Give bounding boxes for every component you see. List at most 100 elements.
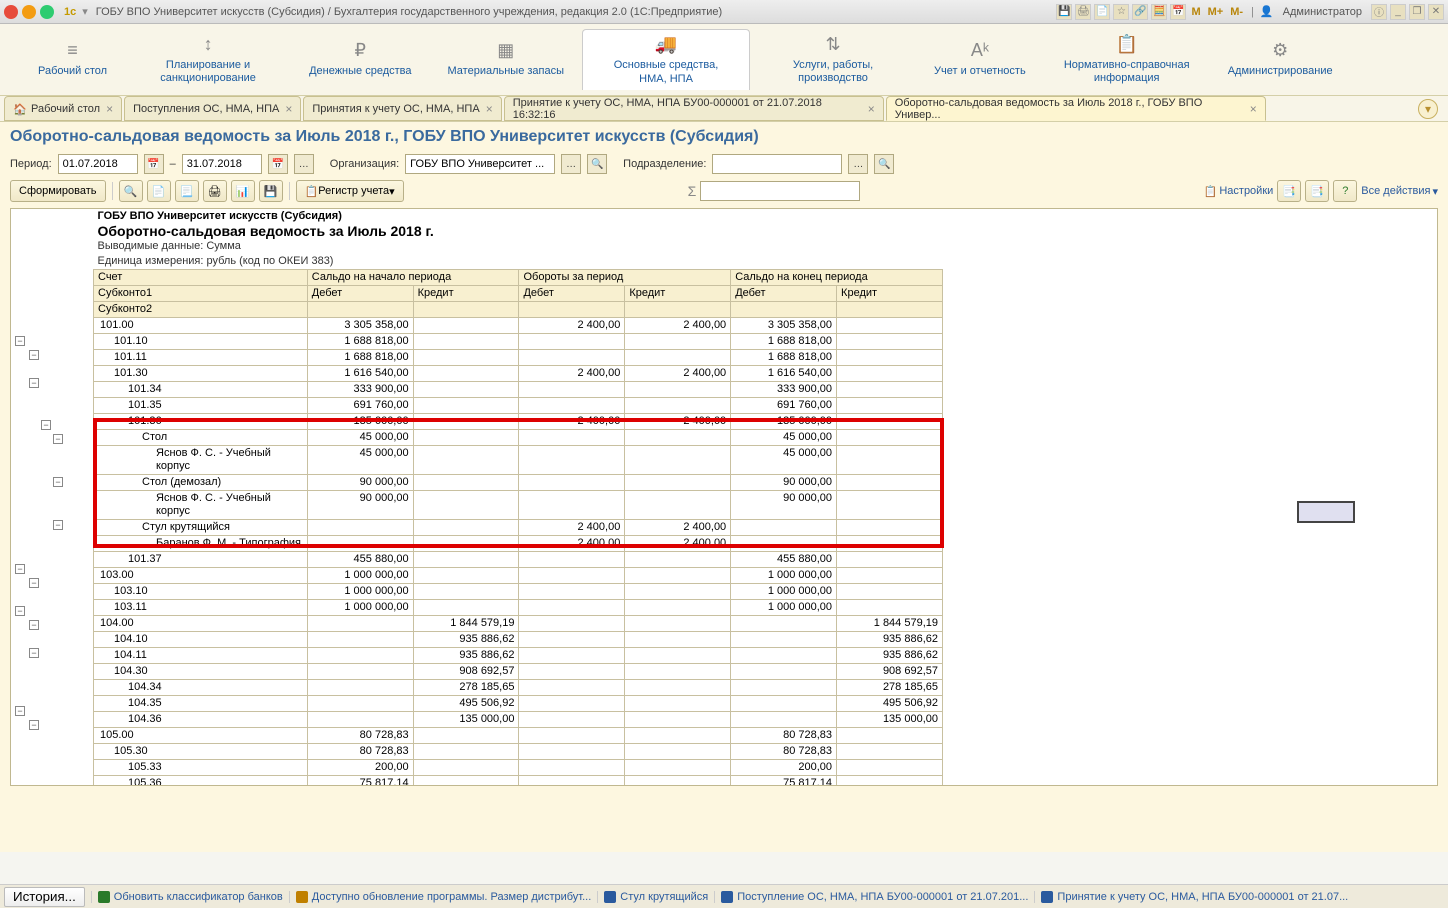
tb-m[interactable]: М [1189, 6, 1202, 18]
tree-toggle-icon[interactable]: − [53, 520, 63, 530]
tb-mplus[interactable]: М+ [1206, 6, 1226, 18]
status-item[interactable]: Поступление ОС, НМА, НПА БУ00-000001 от … [714, 891, 1034, 903]
table-row[interactable]: 103.001 000 000,001 000 000,00 [94, 568, 943, 584]
nav-item[interactable]: ↕Планирование и санкционирование [125, 30, 291, 89]
tree-toggle-icon[interactable]: − [15, 564, 25, 574]
table-row[interactable]: Стол45 000,0045 000,00 [94, 430, 943, 446]
table-row[interactable]: 104.36135 000,00135 000,00 [94, 712, 943, 728]
tb-min-icon[interactable]: _ [1390, 4, 1406, 20]
tool-save-icon[interactable]: 💾 [259, 180, 283, 202]
report-scroll[interactable]: −−−−−−−−−−−−−− ГОБУ ВПО Университет иску… [11, 209, 1437, 785]
tabs-dropdown-icon[interactable]: ▾ [1418, 99, 1438, 119]
sigma-input[interactable] [700, 181, 860, 201]
status-item[interactable]: Доступно обновление программы. Размер ди… [289, 891, 598, 903]
tree-toggle-icon[interactable]: − [29, 648, 39, 658]
table-row[interactable]: 105.33200,00200,00 [94, 760, 943, 776]
tree-toggle-icon[interactable]: − [29, 378, 39, 388]
table-row[interactable]: 103.111 000 000,001 000 000,00 [94, 600, 943, 616]
tree-toggle-icon[interactable]: − [29, 720, 39, 730]
tool-chart-icon[interactable]: 📊 [231, 180, 255, 202]
tb-print-icon[interactable]: 🖨 [1075, 4, 1091, 20]
table-row[interactable]: 101.101 688 818,001 688 818,00 [94, 334, 943, 350]
table-row[interactable]: 101.35691 760,00691 760,00 [94, 398, 943, 414]
nav-item[interactable]: 📋Нормативно-справочная информация [1044, 30, 1210, 89]
tab[interactable]: Поступления ОС, НМА, НПА× [124, 96, 301, 121]
tab[interactable]: Оборотно-сальдовая ведомость за Июль 201… [886, 96, 1266, 121]
tree-toggle-icon[interactable]: − [53, 434, 63, 444]
tool-zoom-icon[interactable]: 🔍 [119, 180, 143, 202]
table-row[interactable]: 101.003 305 358,002 400,002 400,003 305 … [94, 318, 943, 334]
tab-close-icon[interactable]: × [1250, 102, 1257, 116]
tree-toggle-icon[interactable]: − [15, 606, 25, 616]
nav-item[interactable]: ₽Денежные средства [291, 36, 429, 82]
tab-close-icon[interactable]: × [106, 102, 113, 116]
table-row[interactable]: 101.36135 000,002 400,002 400,00135 000,… [94, 414, 943, 430]
all-actions-link[interactable]: Все действия ▾ [1361, 185, 1438, 198]
help-icon[interactable]: ? [1333, 180, 1357, 202]
table-row[interactable]: 104.10935 886,62935 886,62 [94, 632, 943, 648]
tab-close-icon[interactable]: × [868, 102, 875, 116]
settings-link[interactable]: 📋 Настройки [1204, 185, 1274, 198]
table-row[interactable]: 105.3080 728,8380 728,83 [94, 744, 943, 760]
nav-item[interactable]: ⚙Администрирование [1210, 36, 1351, 82]
window-minimize-icon[interactable] [22, 5, 36, 19]
subdiv-ellipsis-icon[interactable]: … [848, 154, 868, 174]
tab-close-icon[interactable]: × [285, 102, 292, 116]
status-item[interactable]: Обновить классификатор банков [91, 891, 289, 903]
tree-toggle-icon[interactable]: − [29, 578, 39, 588]
table-row[interactable]: 105.0080 728,8380 728,83 [94, 728, 943, 744]
tab[interactable]: Принятия к учету ОС, НМА, НПА× [303, 96, 501, 121]
org-input[interactable] [405, 154, 555, 174]
date-from-input[interactable] [58, 154, 138, 174]
nav-item[interactable]: 🚚Основные средства, НМА, НПА [582, 29, 750, 89]
org-search-icon[interactable]: 🔍 [587, 154, 607, 174]
history-button[interactable]: История... [4, 887, 85, 907]
table-row[interactable]: 103.101 000 000,001 000 000,00 [94, 584, 943, 600]
nav-item[interactable]: АᵏУчет и отчетность [916, 36, 1044, 82]
date-to-input[interactable] [182, 154, 262, 174]
nav-item[interactable]: ≡Рабочий стол [20, 36, 125, 82]
table-row[interactable]: 101.111 688 818,001 688 818,00 [94, 350, 943, 366]
table-row[interactable]: 104.11935 886,62935 886,62 [94, 648, 943, 664]
tb-restore-icon[interactable]: ❐ [1409, 4, 1425, 20]
tb-mminus[interactable]: М- [1228, 6, 1245, 18]
tb-info-icon[interactable]: ⓘ [1371, 4, 1387, 20]
window-close-icon[interactable] [4, 5, 18, 19]
table-row[interactable]: 104.001 844 579,191 844 579,19 [94, 616, 943, 632]
table-row[interactable]: 101.37455 880,00455 880,00 [94, 552, 943, 568]
table-row[interactable]: Яснов Ф. С. - Учебный корпус45 000,0045 … [94, 446, 943, 475]
table-row[interactable]: Стол (демозал)90 000,0090 000,00 [94, 475, 943, 491]
table-row[interactable]: 104.35495 506,92495 506,92 [94, 696, 943, 712]
tool-print-icon[interactable]: 🖨 [203, 180, 227, 202]
tree-toggle-icon[interactable]: − [15, 706, 25, 716]
tree-toggle-icon[interactable]: − [53, 477, 63, 487]
tool-set2-icon[interactable]: 📑 [1305, 180, 1329, 202]
tb-link-icon[interactable]: 🔗 [1132, 4, 1148, 20]
table-row[interactable]: 104.30908 692,57908 692,57 [94, 664, 943, 680]
register-button[interactable]: 📋 Регистр учета ▾ [296, 180, 404, 202]
nav-item[interactable]: ▦Материальные запасы [430, 36, 583, 82]
table-row[interactable]: 105.3675 817,1475 817,14 [94, 776, 943, 786]
subdiv-search-icon[interactable]: 🔍 [874, 154, 894, 174]
period-select-icon[interactable]: … [294, 154, 314, 174]
tool-set1-icon[interactable]: 📑 [1277, 180, 1301, 202]
table-row[interactable]: 101.301 616 540,002 400,002 400,001 616 … [94, 366, 943, 382]
tree-toggle-icon[interactable]: − [29, 350, 39, 360]
calendar-from-icon[interactable]: 📅 [144, 154, 164, 174]
dropdown-icon[interactable]: ▾ [82, 5, 88, 18]
tb-save-icon[interactable]: 💾 [1056, 4, 1072, 20]
status-item[interactable]: Стул крутящийся [597, 891, 714, 903]
subdiv-input[interactable] [712, 154, 842, 174]
tb-calc-icon[interactable]: 🧮 [1151, 4, 1167, 20]
table-row[interactable]: Баранов Ф. М. - Типография2 400,002 400,… [94, 536, 943, 552]
table-row[interactable]: Яснов Ф. С. - Учебный корпус90 000,0090 … [94, 491, 943, 520]
tab[interactable]: Принятие к учету ОС, НМА, НПА БУ00-00000… [504, 96, 884, 121]
nav-item[interactable]: ⇅Услуги, работы, производство [750, 30, 916, 89]
window-maximize-icon[interactable] [40, 5, 54, 19]
tb-close-icon[interactable]: ✕ [1428, 4, 1444, 20]
tool-page1-icon[interactable]: 📄 [147, 180, 171, 202]
table-row[interactable]: 101.34333 900,00333 900,00 [94, 382, 943, 398]
tree-toggle-icon[interactable]: − [41, 420, 51, 430]
table-row[interactable]: 104.34278 185,65278 185,65 [94, 680, 943, 696]
status-item[interactable]: Принятие к учету ОС, НМА, НПА БУ00-00000… [1034, 891, 1354, 903]
